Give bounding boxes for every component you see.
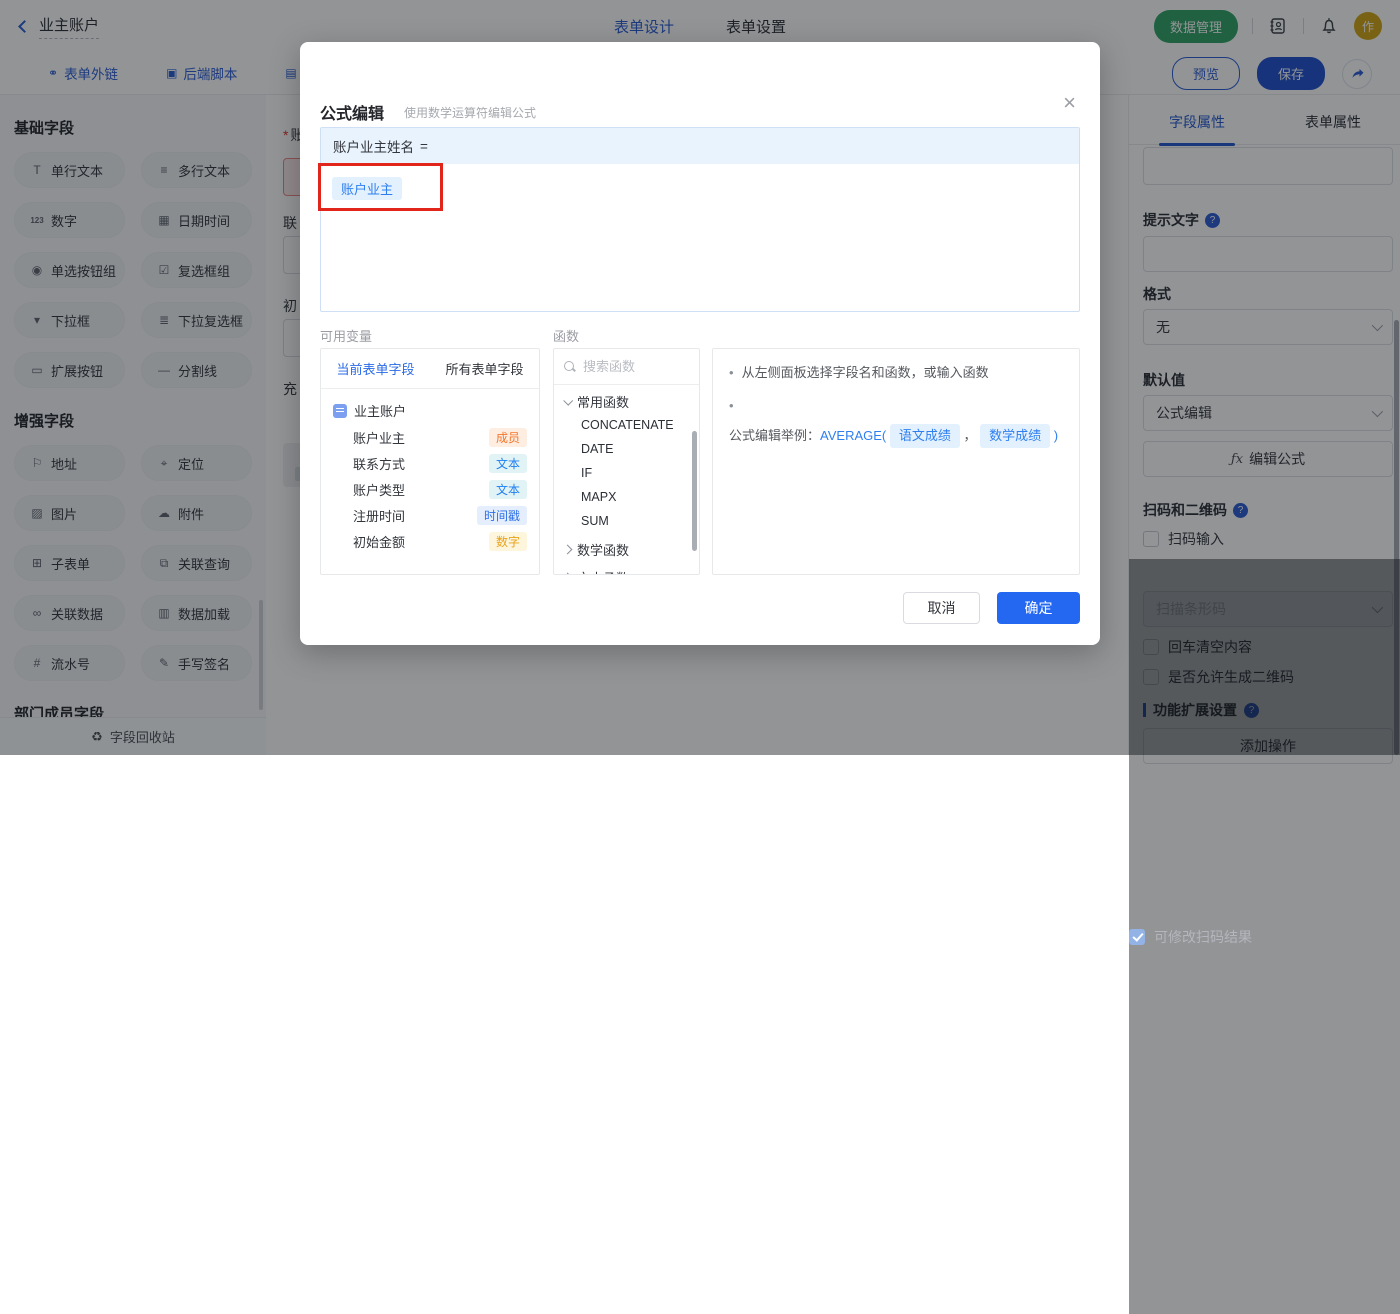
function-item[interactable]: SUM	[554, 509, 699, 533]
cancel-button[interactable]: 取消	[903, 592, 980, 624]
formula-field-chip[interactable]: 账户业主	[332, 177, 403, 200]
example-chip-1: 语文成绩	[889, 424, 960, 448]
variables-root-node[interactable]: 业主账户	[333, 401, 539, 420]
form-doc-icon	[333, 403, 347, 418]
help-line-1: 从左侧面板选择字段名和函数，或输入函数	[741, 365, 989, 380]
variable-row[interactable]: 联系方式 文本	[321, 450, 539, 476]
function-item[interactable]: MAPX	[554, 485, 699, 509]
example-chip-2: 数学成绩	[980, 424, 1051, 448]
function-item[interactable]: CONCATENATE	[554, 413, 699, 437]
function-item[interactable]: DATE	[554, 437, 699, 461]
bullet: •	[729, 365, 734, 380]
example-close-paren: )	[1053, 428, 1059, 443]
caret-right-icon	[562, 572, 573, 574]
search-icon	[564, 360, 576, 373]
checkbox-checked-disabled[interactable]	[1129, 928, 1145, 945]
bullet: •	[729, 398, 734, 413]
close-icon[interactable]: ×	[1063, 92, 1076, 114]
type-badge-text: 文本	[488, 453, 527, 473]
type-badge-number: 数字	[488, 531, 527, 551]
type-badge-member: 成员	[488, 427, 527, 447]
equals-sign: =	[420, 138, 428, 154]
functions-label: 函数	[553, 329, 580, 344]
caret-right-icon	[562, 544, 573, 554]
modal-subtitle: 使用数学运算符编辑公式	[404, 106, 537, 120]
help-panel: • 从左侧面板选择字段名和函数，或输入函数 • 公式编辑举例：AVERAGE( 语…	[712, 348, 1080, 575]
formula-target-bar: 账户业主姓名 =	[321, 128, 1079, 164]
functions-scrollbar[interactable]	[692, 431, 697, 551]
formula-editor-box: 账户业主姓名 = 账户业主	[320, 127, 1080, 312]
function-item[interactable]: IF	[554, 461, 699, 485]
formula-editor-modal: 公式编辑 使用数学运算符编辑公式 × 账户业主姓名 = 账户业主 可用变量 函数…	[300, 42, 1100, 645]
help-line-2: 公式编辑举例：AVERAGE( 语文成绩 ， 数学成绩 )	[729, 424, 1058, 448]
formula-target-name: 账户业主姓名	[333, 140, 414, 155]
example-function-name: AVERAGE(	[820, 428, 887, 443]
function-group-math[interactable]: 数学函数	[554, 537, 699, 561]
function-group-text[interactable]: 文本函数	[554, 565, 699, 574]
variable-row[interactable]: 初始金额 数字	[321, 528, 539, 554]
confirm-button[interactable]: 确定	[997, 592, 1080, 624]
function-search-input[interactable]	[583, 359, 683, 374]
variables-label: 可用变量	[320, 329, 373, 344]
tab-all-form-fields[interactable]: 所有表单字段	[430, 349, 539, 388]
variable-row[interactable]: 注册时间 时间戳	[321, 502, 539, 528]
caret-down-icon	[563, 395, 574, 406]
type-badge-timestamp: 时间戳	[476, 505, 527, 525]
tab-current-form-fields[interactable]: 当前表单字段	[321, 349, 430, 388]
variable-row[interactable]: 账户类型 文本	[321, 476, 539, 502]
modal-title: 公式编辑	[320, 106, 385, 123]
function-search[interactable]	[554, 349, 699, 385]
functions-panel: 常用函数 CONCATENATE DATE IF MAPX SUM 数学函数 文…	[553, 348, 700, 575]
function-group-common[interactable]: 常用函数	[554, 389, 699, 413]
variables-panel: 当前表单字段 所有表单字段 业主账户 账户业主 成员 联系方式 文本 账户类型 文本 …	[320, 348, 540, 575]
type-badge-text: 文本	[488, 479, 527, 499]
variable-row[interactable]: 账户业主 成员	[321, 424, 539, 450]
